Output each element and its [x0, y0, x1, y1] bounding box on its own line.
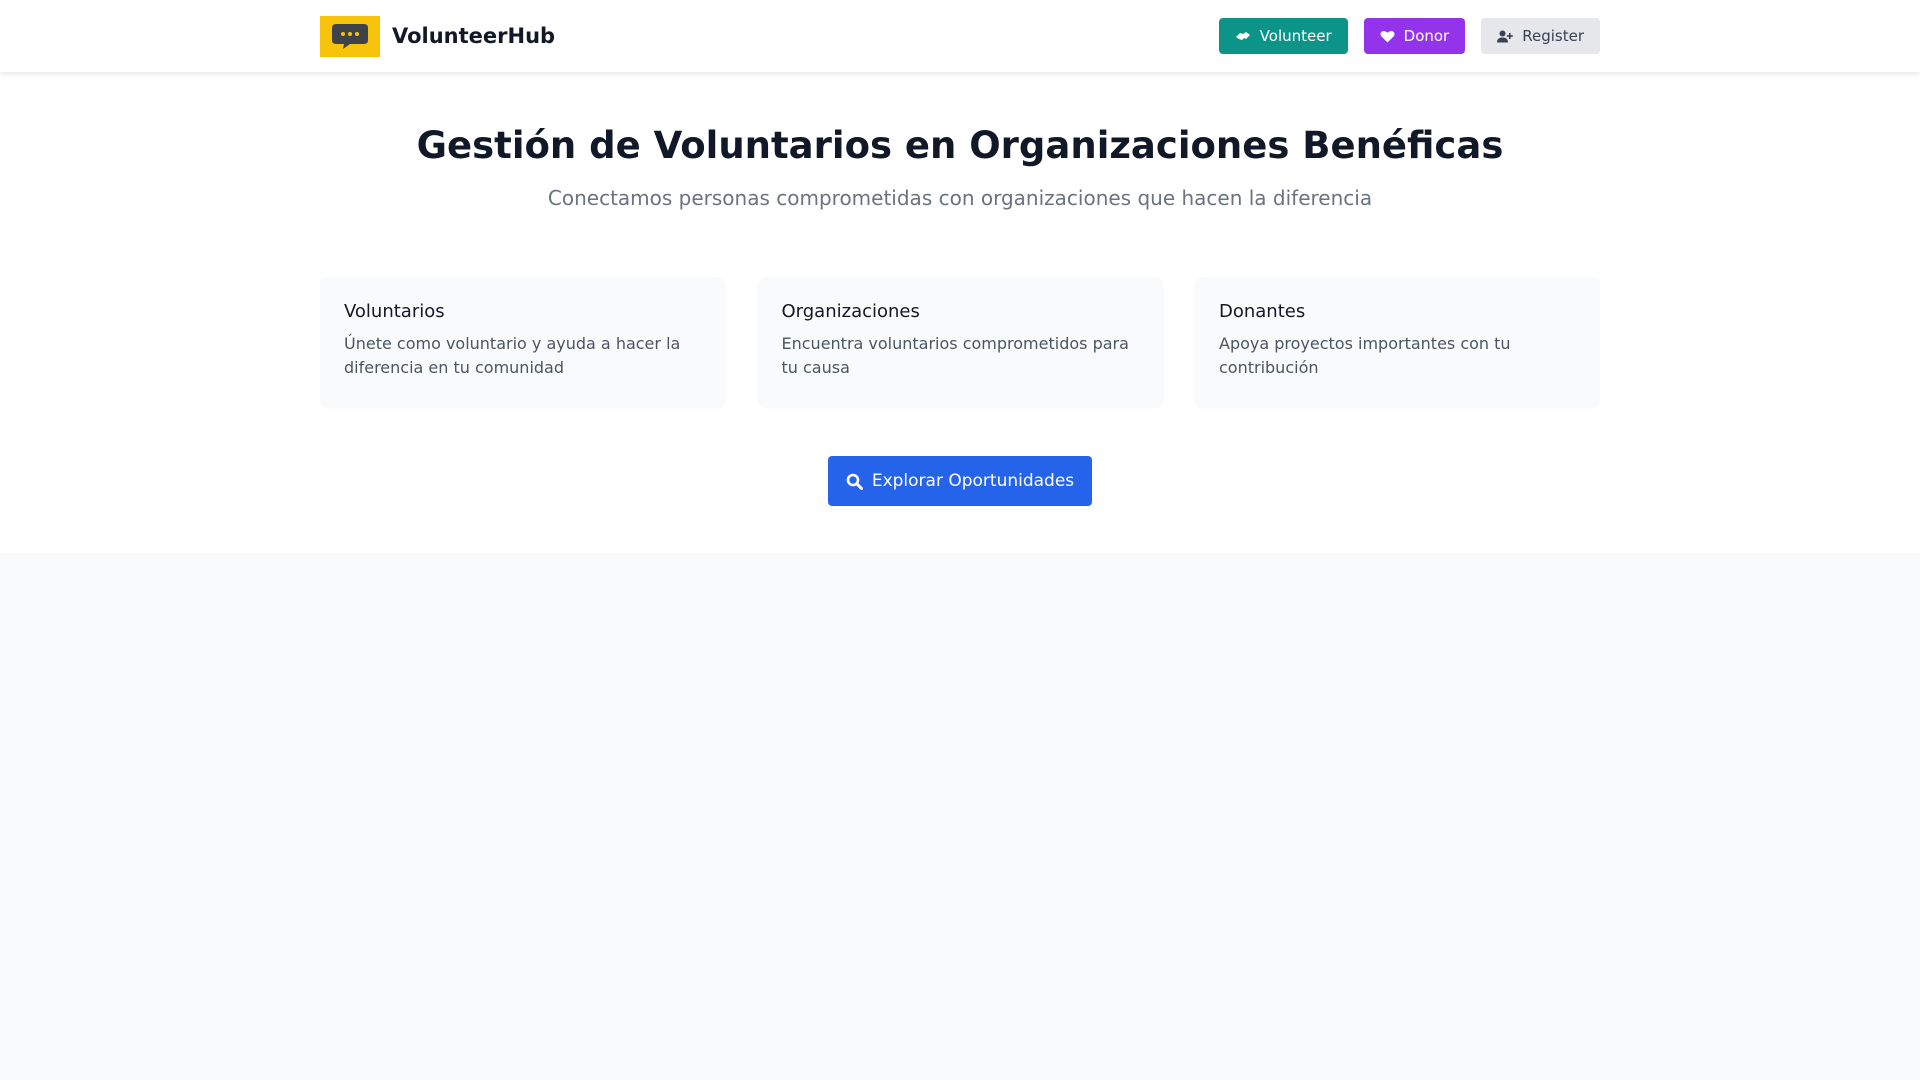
volunteer-button-label: Volunteer: [1259, 27, 1332, 45]
logo[interactable]: [320, 15, 380, 57]
hero-subtitle: Conectamos personas comprometidas con or…: [547, 186, 1373, 210]
header-container: VolunteerHub Volunteer Donor Register: [320, 0, 1600, 72]
card-voluntarios: Voluntarios Únete como voluntario y ayud…: [320, 277, 725, 407]
register-button-label: Register: [1522, 27, 1584, 45]
chat-bubble-icon: [332, 24, 368, 49]
card-text: Encuentra voluntarios comprometidos para…: [781, 334, 1129, 377]
card-organizaciones: Organizaciones Encuentra voluntarios com…: [757, 277, 1163, 407]
heart-icon: [1380, 30, 1395, 43]
card-donantes: Donantes Apoya proyectos importantes con…: [1195, 277, 1600, 407]
card-title: Organizaciones: [781, 301, 920, 322]
search-icon: [846, 473, 863, 490]
handshake-icon: [1235, 30, 1251, 42]
card-text: Únete como voluntario y ayuda a hacer la…: [344, 334, 681, 377]
register-button[interactable]: Register: [1481, 18, 1600, 54]
brand[interactable]: VolunteerHub: [320, 15, 556, 57]
donor-button-label: Donor: [1403, 27, 1450, 45]
hero-title: Gestión de Voluntarios en Organizaciones…: [416, 124, 1504, 167]
card-text: Apoya proyectos importantes con tu contr…: [1219, 334, 1511, 377]
user-plus-icon: [1497, 30, 1514, 43]
volunteer-button[interactable]: Volunteer: [1218, 18, 1348, 54]
donor-button[interactable]: Donor: [1363, 18, 1466, 54]
card-title: Voluntarios: [344, 301, 445, 322]
explore-opportunities-button[interactable]: Explorar Oportunidades: [828, 456, 1092, 506]
card-title: Donantes: [1219, 301, 1306, 322]
explore-opportunities-label: Explorar Oportunidades: [871, 471, 1075, 491]
feature-cards: Voluntarios Únete como voluntario y ayud…: [320, 277, 1600, 407]
site-header: VolunteerHub Volunteer Donor Register: [0, 0, 1920, 72]
content-area: [0, 553, 1920, 1080]
brand-name: VolunteerHub: [392, 24, 556, 48]
header-nav: Volunteer Donor Register: [1203, 18, 1600, 54]
hero-section: Gestión de Voluntarios en Organizaciones…: [0, 72, 1920, 553]
